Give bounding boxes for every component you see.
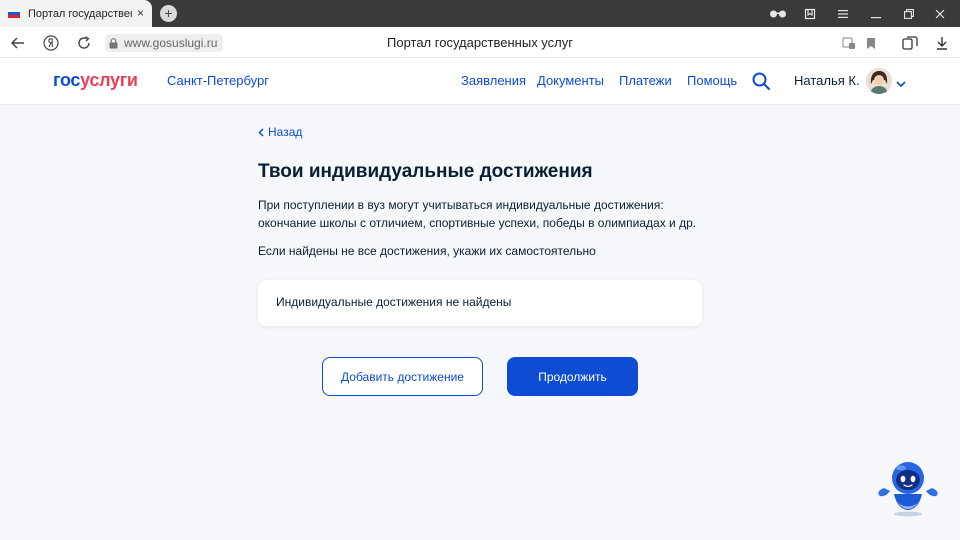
close-tab-icon[interactable]: × [137, 6, 144, 20]
browser-tab-strip: Портал государственных услуг × + [0, 0, 960, 27]
back-link-label: Назад [268, 125, 303, 139]
nav-link-applications[interactable]: Заявления [461, 73, 526, 88]
description-line-2: окончание школы с отличием, спортивные у… [258, 216, 697, 230]
back-arrow-icon[interactable] [9, 34, 27, 52]
close-window-icon[interactable] [922, 0, 958, 27]
nav-link-payments[interactable]: Платежи [619, 73, 672, 88]
description-line-1: При поступлении в вуз могут учитываться … [258, 198, 664, 212]
assistant-robot-icon[interactable] [874, 456, 940, 518]
collections-icon[interactable] [901, 34, 919, 52]
new-tab-button[interactable]: + [160, 5, 177, 22]
lock-icon [109, 37, 118, 48]
download-icon[interactable] [933, 34, 951, 52]
chevron-down-icon[interactable] [896, 75, 906, 93]
city-selector[interactable]: Санкт-Петербург [167, 73, 269, 88]
browser-address-bar: www.gosuslugi.ru Портал государственных … [0, 27, 960, 58]
chevron-left-icon [258, 127, 264, 137]
page-title: Твои индивидуальные достижения [258, 161, 593, 182]
reader-mode-icon[interactable] [760, 0, 796, 27]
back-link[interactable]: Назад [258, 125, 302, 139]
search-icon[interactable] [752, 72, 770, 90]
tab-title: Портал государственных услуг [28, 7, 132, 20]
protect-icon[interactable] [840, 34, 858, 52]
hint-text: Если найдены не все достижения, укажи их… [258, 244, 596, 258]
yandex-icon[interactable] [42, 34, 60, 52]
url-field[interactable]: www.gosuslugi.ru [105, 34, 224, 52]
empty-message: Индивидуальные достижения не найдены [276, 295, 512, 309]
nav-link-help[interactable]: Помощь [687, 73, 737, 88]
russian-flag-icon [8, 9, 20, 18]
nav-link-documents[interactable]: Документы [537, 73, 604, 88]
achievements-card: Индивидуальные достижения не найдены [258, 280, 702, 326]
site-header: госуслуги Санкт-Петербург Заявления Доку… [0, 58, 960, 105]
description: При поступлении в вуз могут учитываться … [258, 196, 718, 232]
gosuslugi-logo[interactable]: госуслуги [53, 70, 138, 91]
continue-button[interactable]: Продолжить [507, 357, 638, 396]
reload-icon[interactable] [75, 34, 93, 52]
avatar[interactable] [866, 68, 892, 94]
bookmarks-icon[interactable] [792, 0, 828, 27]
minimize-icon[interactable] [858, 0, 894, 27]
user-name[interactable]: Наталья К. [794, 73, 860, 88]
add-achievement-button[interactable]: Добавить достижение [322, 357, 483, 396]
menu-icon[interactable] [825, 0, 861, 27]
browser-tab[interactable]: Портал государственных услуг × [0, 0, 152, 27]
bookmark-icon[interactable] [862, 34, 880, 52]
url-text: www.gosuslugi.ru [124, 36, 218, 50]
